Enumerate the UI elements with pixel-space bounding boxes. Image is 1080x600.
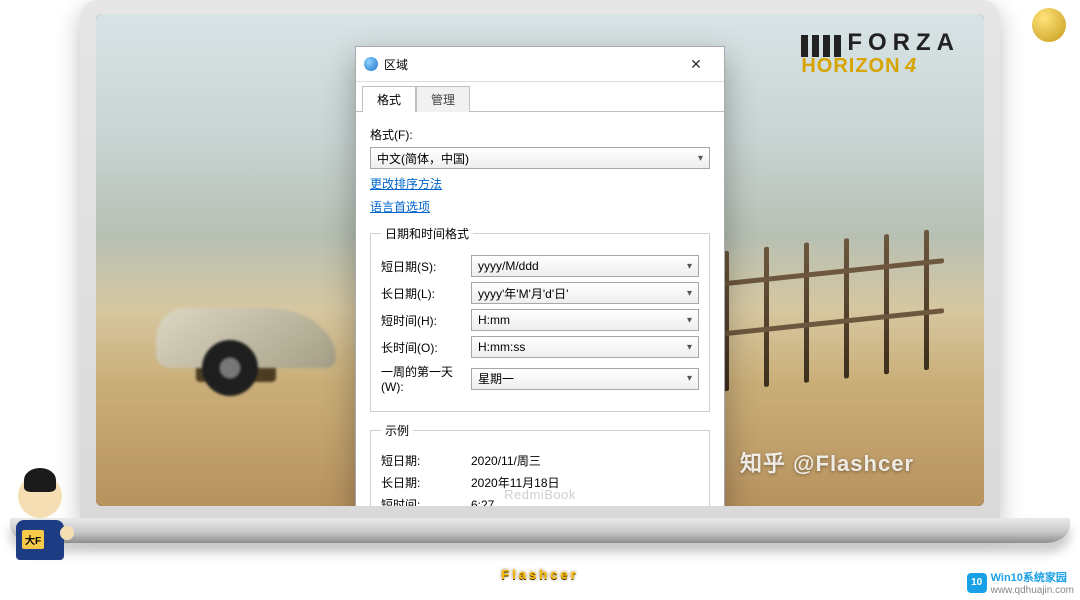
laptop-brand: RedmiBook: [504, 487, 576, 502]
chevron-down-icon: ▾: [687, 261, 692, 272]
dialog-titlebar[interactable]: 区域 ✕: [356, 47, 724, 82]
short-date-label: 短日期(S):: [381, 258, 471, 275]
format-select[interactable]: 中文(简体，中国) ▾: [370, 147, 710, 169]
chevron-down-icon: ▾: [687, 288, 692, 299]
forza-horizon-logo: FORZA HORIZON 4: [801, 32, 960, 76]
format-label: 格式(F):: [370, 126, 710, 143]
chevron-down-icon: ▾: [687, 342, 692, 353]
cartoon-avatar: 大F: [0, 474, 80, 560]
link-change-sort[interactable]: 更改排序方法: [370, 175, 442, 192]
short-date-select[interactable]: yyyy/M/ddd▾: [471, 255, 699, 277]
site-url: www.qdhuajin.com: [991, 585, 1074, 596]
gold-coin-icon: [1032, 8, 1066, 42]
laptop-mockup: FORZA HORIZON 4 区域 ✕ 格式 管理: [80, 0, 1000, 560]
tab-formats[interactable]: 格式: [362, 86, 416, 112]
link-language-prefs[interactable]: 语言首选项: [370, 198, 430, 215]
long-time-label: 长时间(O):: [381, 339, 471, 356]
chevron-down-icon: ▾: [698, 153, 703, 164]
tab-pane-formats: 格式(F): 中文(简体，中国) ▾ 更改排序方法 语言首选项 日期和时间格式 …: [356, 112, 724, 506]
chevron-down-icon: ▾: [687, 315, 692, 326]
first-day-select[interactable]: 星期一▾: [471, 368, 699, 390]
avatar-tag: 大F: [22, 530, 44, 549]
laptop-screen: FORZA HORIZON 4 区域 ✕ 格式 管理: [96, 14, 984, 506]
first-day-label: 一周的第一天(W):: [381, 363, 471, 394]
datetime-formats-group: 日期和时间格式 短日期(S): yyyy/M/ddd▾ 长日期(L):: [370, 225, 710, 412]
win10-badge-icon: 10: [967, 573, 987, 593]
site-footer-logo: 10 Win10系统家园 www.qdhuajin.com: [967, 569, 1074, 596]
region-dialog: 区域 ✕ 格式 管理 格式(F): 中文(简体，中国) ▾: [355, 46, 725, 506]
dialog-title: 区域: [384, 56, 676, 73]
long-date-label: 长日期(L):: [381, 285, 471, 302]
laptop-base: [10, 518, 1070, 543]
tab-admin[interactable]: 管理: [416, 86, 470, 112]
short-time-label: 短时间(H):: [381, 312, 471, 329]
long-time-select[interactable]: H:mm:ss▾: [471, 336, 699, 358]
chevron-down-icon: ▾: [687, 373, 692, 384]
example-short-date: 2020/11/周三: [471, 452, 699, 469]
dialog-tabs: 格式 管理: [356, 82, 724, 112]
examples-legend: 示例: [381, 422, 413, 439]
wallpaper-car: [156, 276, 366, 396]
site-title: Win10系统家园: [991, 569, 1074, 585]
long-date-select[interactable]: yyyy'年'M'月'd'日'▾: [471, 282, 699, 304]
flashcer-caption: Flashcer: [501, 567, 578, 582]
short-time-select[interactable]: H:mm▾: [471, 309, 699, 331]
globe-icon: [364, 57, 378, 71]
zhihu-watermark: 知乎 @Flashcer: [740, 446, 914, 478]
datetime-formats-legend: 日期和时间格式: [381, 225, 473, 242]
laptop-bezel: FORZA HORIZON 4 区域 ✕ 格式 管理: [80, 0, 1000, 520]
close-button[interactable]: ✕: [676, 53, 716, 75]
waving-hand-icon: [60, 526, 74, 540]
format-select-value: 中文(简体，中国): [377, 150, 469, 167]
